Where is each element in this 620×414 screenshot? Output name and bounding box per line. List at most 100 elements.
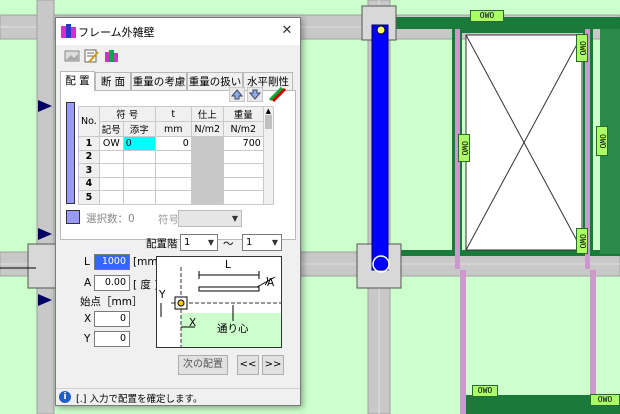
table-row[interactable]: 4 bbox=[78, 176, 274, 191]
wall-tag-top: OWO bbox=[470, 10, 504, 22]
diagram-L-label: L bbox=[225, 259, 231, 271]
X-input[interactable]: 0 bbox=[94, 311, 130, 327]
tab-danmen[interactable]: 断 面 bbox=[95, 72, 131, 91]
cell-kigo[interactable] bbox=[98, 190, 124, 205]
row-up-icon[interactable] bbox=[229, 87, 245, 102]
color-stripe-icon[interactable] bbox=[268, 87, 286, 102]
cell-juryo[interactable]: 700 bbox=[222, 136, 264, 151]
chevron-down-icon: ▼ bbox=[207, 238, 214, 247]
tab-juryo-koryo[interactable]: 重量の考慮 bbox=[131, 72, 187, 91]
wall-tag-mid: OWO bbox=[458, 134, 470, 162]
dialog-titlebar[interactable]: フレーム外雑壁 ✕ bbox=[56, 18, 300, 45]
diagram-Y-label: Y bbox=[159, 289, 166, 301]
cell-t[interactable] bbox=[154, 163, 192, 178]
col-header-soeji: 添字 bbox=[122, 121, 156, 137]
cell-shiage bbox=[190, 163, 224, 178]
haichi-kai-label: 配置階 bbox=[146, 238, 178, 250]
row-number: 3 bbox=[78, 163, 100, 178]
cell-soeji[interactable] bbox=[122, 163, 156, 178]
chevron-down-icon: ▼ bbox=[231, 214, 238, 223]
info-icon: i bbox=[59, 391, 71, 403]
cell-shiage bbox=[190, 136, 224, 151]
A-unit: [ 度 ] bbox=[133, 279, 159, 291]
wall-tag-bottom: OWO bbox=[472, 385, 498, 397]
Y-input[interactable]: 0 bbox=[94, 331, 130, 347]
col-unit-t: mm bbox=[154, 121, 192, 137]
status-text: [.] 入力で配置を確定します。 bbox=[76, 394, 203, 405]
wall-tag-bottom-right: OWO bbox=[590, 394, 620, 406]
chevron-down-icon: ▼ bbox=[271, 238, 278, 247]
table-row[interactable]: 3 bbox=[78, 163, 274, 178]
floor-from-select[interactable]: 1 ▼ bbox=[180, 234, 218, 251]
diagram-center-label: 通り心 bbox=[217, 323, 249, 335]
table-row[interactable]: 2 bbox=[78, 149, 274, 164]
row-down-icon[interactable] bbox=[247, 87, 263, 102]
L-label: L bbox=[84, 256, 90, 268]
row-number: 5 bbox=[78, 190, 100, 205]
image-icon[interactable] bbox=[64, 49, 80, 63]
cell-soeji[interactable] bbox=[122, 190, 156, 205]
fugo-select[interactable]: ▼ bbox=[178, 210, 242, 227]
placement-diagram: L A Y X 通り心 bbox=[156, 256, 282, 348]
cell-juryo[interactable] bbox=[222, 190, 264, 205]
L-input[interactable]: 1000 bbox=[94, 254, 130, 270]
row-indicator-bar bbox=[66, 102, 75, 204]
table-scrollbar[interactable]: ▲ bbox=[262, 106, 274, 205]
col-header-juryo: 重量 bbox=[222, 106, 264, 122]
cell-kigo[interactable]: OW bbox=[98, 136, 124, 151]
wall-tag-right-lower: OWO bbox=[576, 228, 588, 254]
cell-t[interactable] bbox=[154, 190, 192, 205]
cell-soeji[interactable] bbox=[122, 176, 156, 191]
X-label: X bbox=[84, 313, 92, 325]
diagram-X-label: X bbox=[189, 317, 197, 329]
wall-tag-right-upper: OWO bbox=[576, 34, 588, 62]
floor-to-value: 1 bbox=[246, 237, 253, 248]
row-number: 4 bbox=[78, 176, 100, 191]
next-placement-button[interactable]: 次の配置 bbox=[178, 355, 228, 375]
wall-table: No. 符 号 t 仕上 重量 ▲ 記号 添字 mm N/m2 N/m2 1 O… bbox=[78, 106, 274, 205]
close-button[interactable]: ✕ bbox=[276, 21, 298, 41]
selection-count-label: 選択数：0 bbox=[86, 213, 135, 225]
selection-checkbox[interactable] bbox=[66, 210, 80, 224]
cell-soeji[interactable] bbox=[122, 149, 156, 164]
fugo-label: 符号 bbox=[158, 214, 179, 226]
app-icon bbox=[61, 24, 76, 38]
next-nav-button[interactable]: >> bbox=[262, 355, 284, 375]
status-bar: i [.] 入力で配置を確定します。 bbox=[56, 388, 300, 405]
cell-kigo[interactable] bbox=[98, 163, 124, 178]
floor-to-select[interactable]: 1 ▼ bbox=[242, 234, 282, 251]
diagram-A-label: A bbox=[267, 277, 275, 289]
wall-tag-far-right: OWO bbox=[596, 126, 608, 156]
edit-note-icon[interactable] bbox=[84, 49, 100, 63]
col-header-t: t bbox=[154, 106, 192, 122]
floor-from-value: 1 bbox=[184, 237, 191, 248]
cell-soeji[interactable]: 0 bbox=[122, 136, 156, 151]
cell-shiage bbox=[190, 190, 224, 205]
dialog-title: フレーム外雑壁 bbox=[78, 26, 155, 39]
A-input[interactable]: 0.00 bbox=[94, 275, 130, 291]
shiten-label: 始点［mm］ bbox=[80, 296, 143, 308]
range-tilde: 〜 bbox=[223, 238, 234, 250]
cell-juryo[interactable] bbox=[222, 163, 264, 178]
prev-nav-button[interactable]: << bbox=[237, 355, 259, 375]
cell-t[interactable] bbox=[154, 176, 192, 191]
table-row[interactable]: 5 bbox=[78, 190, 274, 205]
cell-t[interactable] bbox=[154, 149, 192, 164]
row-number: 2 bbox=[78, 149, 100, 164]
table-row[interactable]: 1 OW 0 0 700 bbox=[78, 136, 274, 151]
col-header-kigo: 記号 bbox=[98, 121, 124, 137]
cell-kigo[interactable] bbox=[98, 176, 124, 191]
col-unit-juryo: N/m2 bbox=[222, 121, 264, 137]
cell-shiage bbox=[190, 149, 224, 164]
col-unit-shiage: N/m2 bbox=[190, 121, 224, 137]
cell-juryo[interactable] bbox=[222, 176, 264, 191]
A-label: A bbox=[84, 277, 92, 289]
cell-t[interactable]: 0 bbox=[154, 136, 192, 151]
col-header-no: No. bbox=[78, 106, 100, 137]
member-icon[interactable] bbox=[104, 49, 120, 63]
col-header-fugo: 符 号 bbox=[98, 106, 156, 122]
cell-juryo[interactable] bbox=[222, 149, 264, 164]
tab-haichi[interactable]: 配 置 bbox=[60, 71, 95, 91]
cell-kigo[interactable] bbox=[98, 149, 124, 164]
row-number: 1 bbox=[78, 136, 100, 151]
